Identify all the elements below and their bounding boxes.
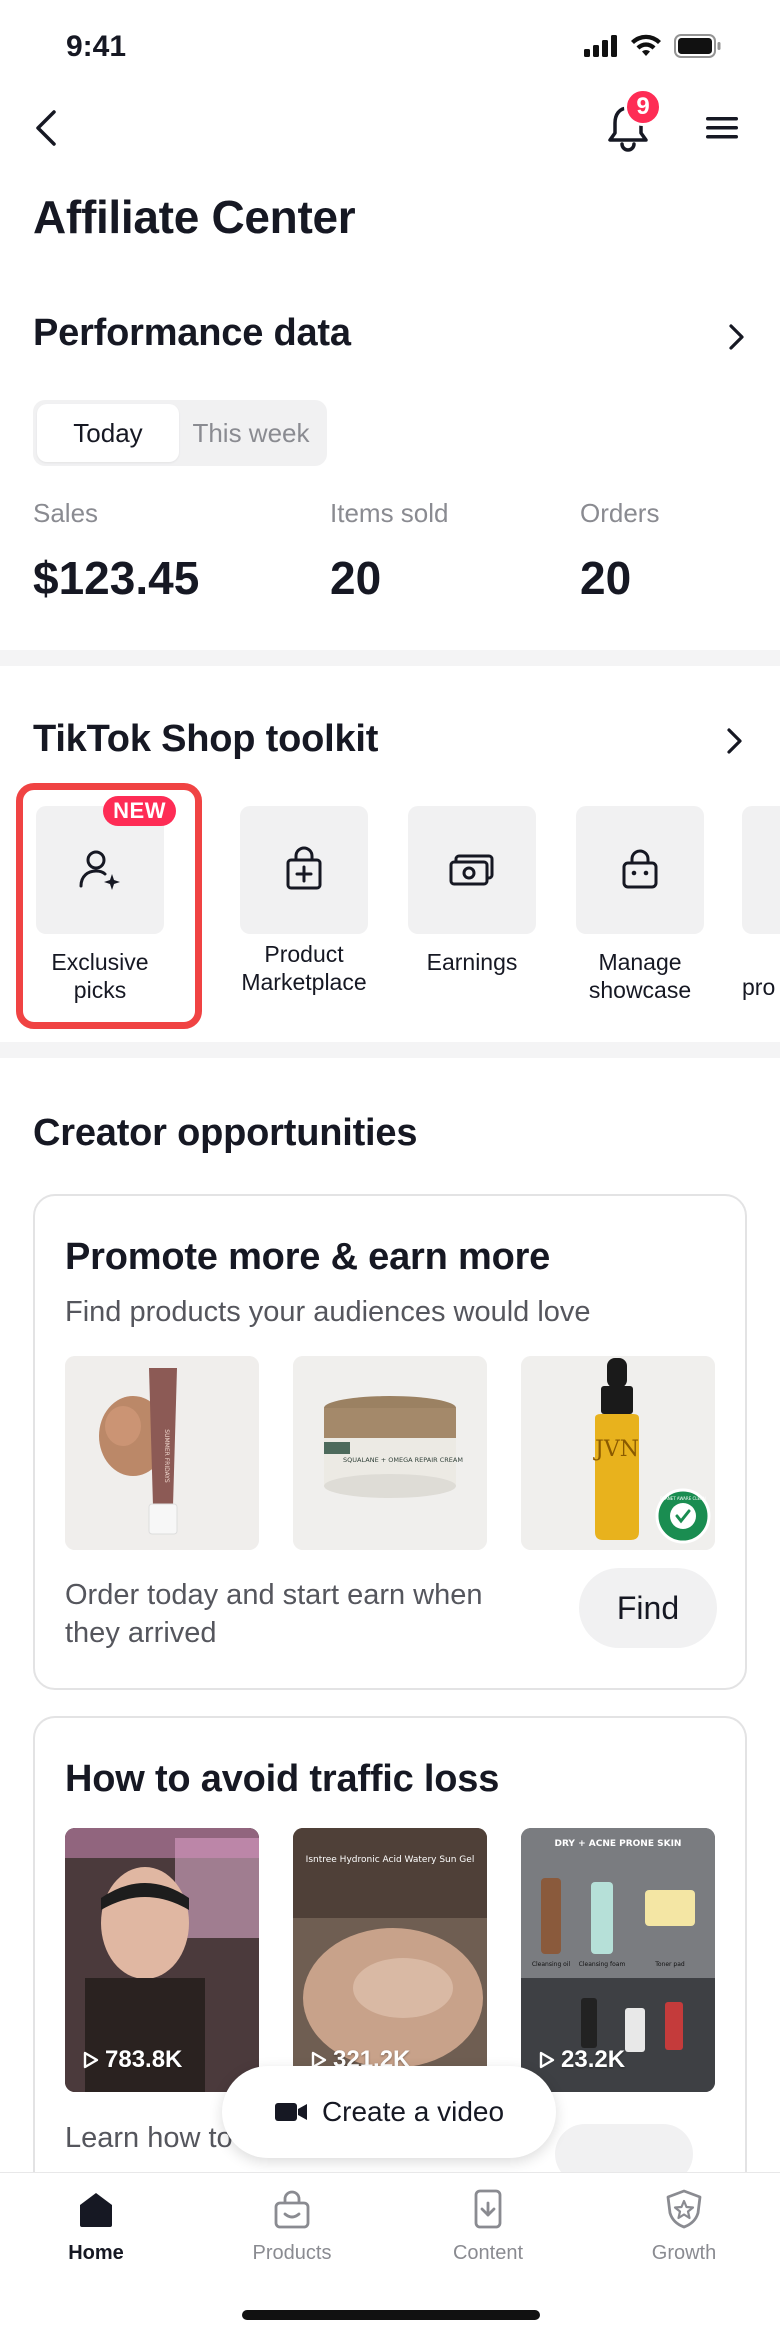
wifi-icon	[631, 34, 661, 56]
top-nav-bar: 9	[0, 88, 780, 158]
toolkit-tile	[240, 806, 368, 934]
performance-period-tabs: Today This week	[33, 400, 327, 466]
performance-more-button[interactable]	[724, 322, 748, 352]
traffic-card-footer: Learn how to	[65, 2122, 233, 2154]
product-thumbnail[interactable]: SUMMER FRIDAYS	[65, 1356, 259, 1550]
toolkit-tile	[576, 806, 704, 934]
product-tag-text: Cleansing oil	[532, 1961, 571, 1968]
toolkit-item-earnings[interactable]: Earnings	[402, 806, 542, 976]
metric-label: Items sold	[330, 498, 449, 528]
page-title: Affiliate Center	[33, 191, 356, 243]
metric-value: $123.45	[33, 552, 200, 604]
view-count: 783.8K	[83, 2046, 182, 2074]
nav-label: Products	[252, 2242, 332, 2264]
nav-label: Home	[68, 2242, 124, 2264]
metric-value: 20	[330, 552, 382, 604]
cash-icon	[449, 854, 494, 886]
toolkit-item-label: pro	[742, 974, 776, 1000]
promote-card-footer: Order today and start earn when they arr…	[65, 1579, 483, 1649]
create-video-label: Create a video	[321, 2096, 505, 2127]
hamburger-menu-icon	[706, 117, 738, 139]
metric-orders: Orders 20	[580, 498, 659, 605]
toolkit-tile	[408, 806, 536, 934]
nav-label: Content	[452, 2242, 524, 2264]
toolkit-item-partial[interactable]: pro	[742, 806, 780, 1026]
nav-item-products[interactable]: Products	[222, 2187, 362, 2265]
shield-star-icon	[666, 2189, 702, 2229]
view-count-text: 23.2K	[561, 2046, 626, 2073]
nav-item-home[interactable]: Home	[26, 2187, 166, 2265]
find-button[interactable]: Find	[579, 1568, 717, 1648]
toolkit-tile	[742, 806, 780, 934]
toolkit-item-manage-showcase[interactable]: Manage showcase	[570, 806, 710, 1004]
menu-button[interactable]	[702, 110, 742, 146]
toolkit-item-label: Product Marketplace	[241, 941, 367, 995]
product-label-text: SQUALANE + OMEGA REPAIR CREAM	[343, 1456, 463, 1464]
status-bar: 9:41	[0, 0, 780, 100]
product-label-text: JVN	[593, 1437, 639, 1462]
metric-value: 20	[580, 552, 632, 604]
oil-bottle-image: JVN PLANET AWARE CLEAN	[521, 1356, 715, 1550]
lip-balm-tube-image: SUMMER FRIDAYS	[65, 1356, 259, 1550]
cellular-signal-icon	[584, 35, 617, 57]
phone-content-icon	[474, 2189, 502, 2229]
video-thumbnail[interactable]: DRY + ACNE PRONE SKIN Cleansing oil Clea…	[521, 1828, 715, 2092]
video-thumbnail[interactable]: Isntree Hydronic Acid Watery Sun Gel 321…	[293, 1828, 487, 2092]
nav-label: Growth	[651, 2242, 717, 2264]
home-indicator	[242, 2310, 540, 2320]
toolkit-item-label: Manage showcase	[588, 949, 692, 1003]
status-icons	[584, 34, 722, 58]
chevron-left-icon	[36, 110, 56, 146]
basket-icon	[622, 849, 658, 889]
product-thumbnail[interactable]: SQUALANE + OMEGA REPAIR CREAM	[293, 1356, 487, 1550]
video-thumbnail[interactable]: 783.8K	[65, 1828, 259, 2092]
promote-card: Promote more & earn more Find products y…	[33, 1194, 747, 1690]
product-label-text: SUMMER FRIDAYS	[163, 1429, 170, 1483]
tab-this-week[interactable]: This week	[179, 404, 323, 462]
performance-section-title: Performance data	[33, 312, 351, 354]
tab-today[interactable]: Today	[37, 404, 179, 462]
chevron-right-icon	[729, 324, 744, 350]
view-count: 23.2K	[539, 2046, 625, 2074]
view-count-text: 783.8K	[105, 2046, 183, 2073]
metric-sales: Sales $123.45	[33, 498, 199, 605]
nav-item-content[interactable]: Content	[418, 2187, 558, 2265]
card-title: How to avoid traffic loss	[65, 1758, 500, 1800]
play-icon	[539, 2051, 555, 2069]
home-icon	[80, 2193, 112, 2227]
metric-label: Sales	[33, 498, 99, 528]
highlight-outline	[16, 783, 202, 1029]
toolkit-item-label: Earnings	[426, 949, 518, 975]
toolkit-more-button[interactable]	[722, 726, 746, 756]
video-camera-icon	[274, 2103, 307, 2121]
metric-label: Orders	[580, 498, 660, 528]
section-divider	[0, 1042, 780, 1058]
card-subtitle: Find products your audiences would love	[65, 1296, 591, 1328]
toolkit-item-product-marketplace[interactable]: Product Marketplace	[234, 806, 374, 996]
video-caption-text: DRY + ACNE PRONE SKIN	[555, 1839, 682, 1849]
back-button[interactable]	[28, 106, 68, 150]
metric-items-sold: Items sold 20	[330, 498, 449, 605]
card-title: Promote more & earn more	[65, 1236, 551, 1278]
badge-label-text: PLANET AWARE CLEAN	[660, 1496, 706, 1501]
toolkit-section-title: TikTok Shop toolkit	[33, 718, 379, 760]
battery-icon	[674, 34, 721, 58]
play-icon	[83, 2051, 99, 2069]
product-thumbnail[interactable]: JVN PLANET AWARE CLEAN	[521, 1356, 715, 1550]
section-divider	[0, 650, 780, 666]
basket-icon	[274, 2190, 310, 2229]
status-time: 9:41	[66, 30, 127, 63]
nav-item-growth[interactable]: Growth	[614, 2187, 754, 2265]
opportunities-section-title: Creator opportunities	[33, 1112, 418, 1154]
product-tag-text: Cleansing foam	[579, 1961, 626, 1968]
product-tag-text: Toner pad	[654, 1961, 685, 1968]
create-video-button[interactable]: Create a video	[222, 2066, 556, 2158]
notification-count-badge: 9	[624, 88, 662, 126]
chevron-right-icon	[727, 728, 742, 754]
cream-jar-image: SQUALANE + OMEGA REPAIR CREAM	[293, 1356, 487, 1550]
video-caption-text: Isntree Hydronic Acid Watery Sun Gel	[306, 1855, 475, 1865]
shopping-bag-plus-icon	[286, 846, 322, 890]
